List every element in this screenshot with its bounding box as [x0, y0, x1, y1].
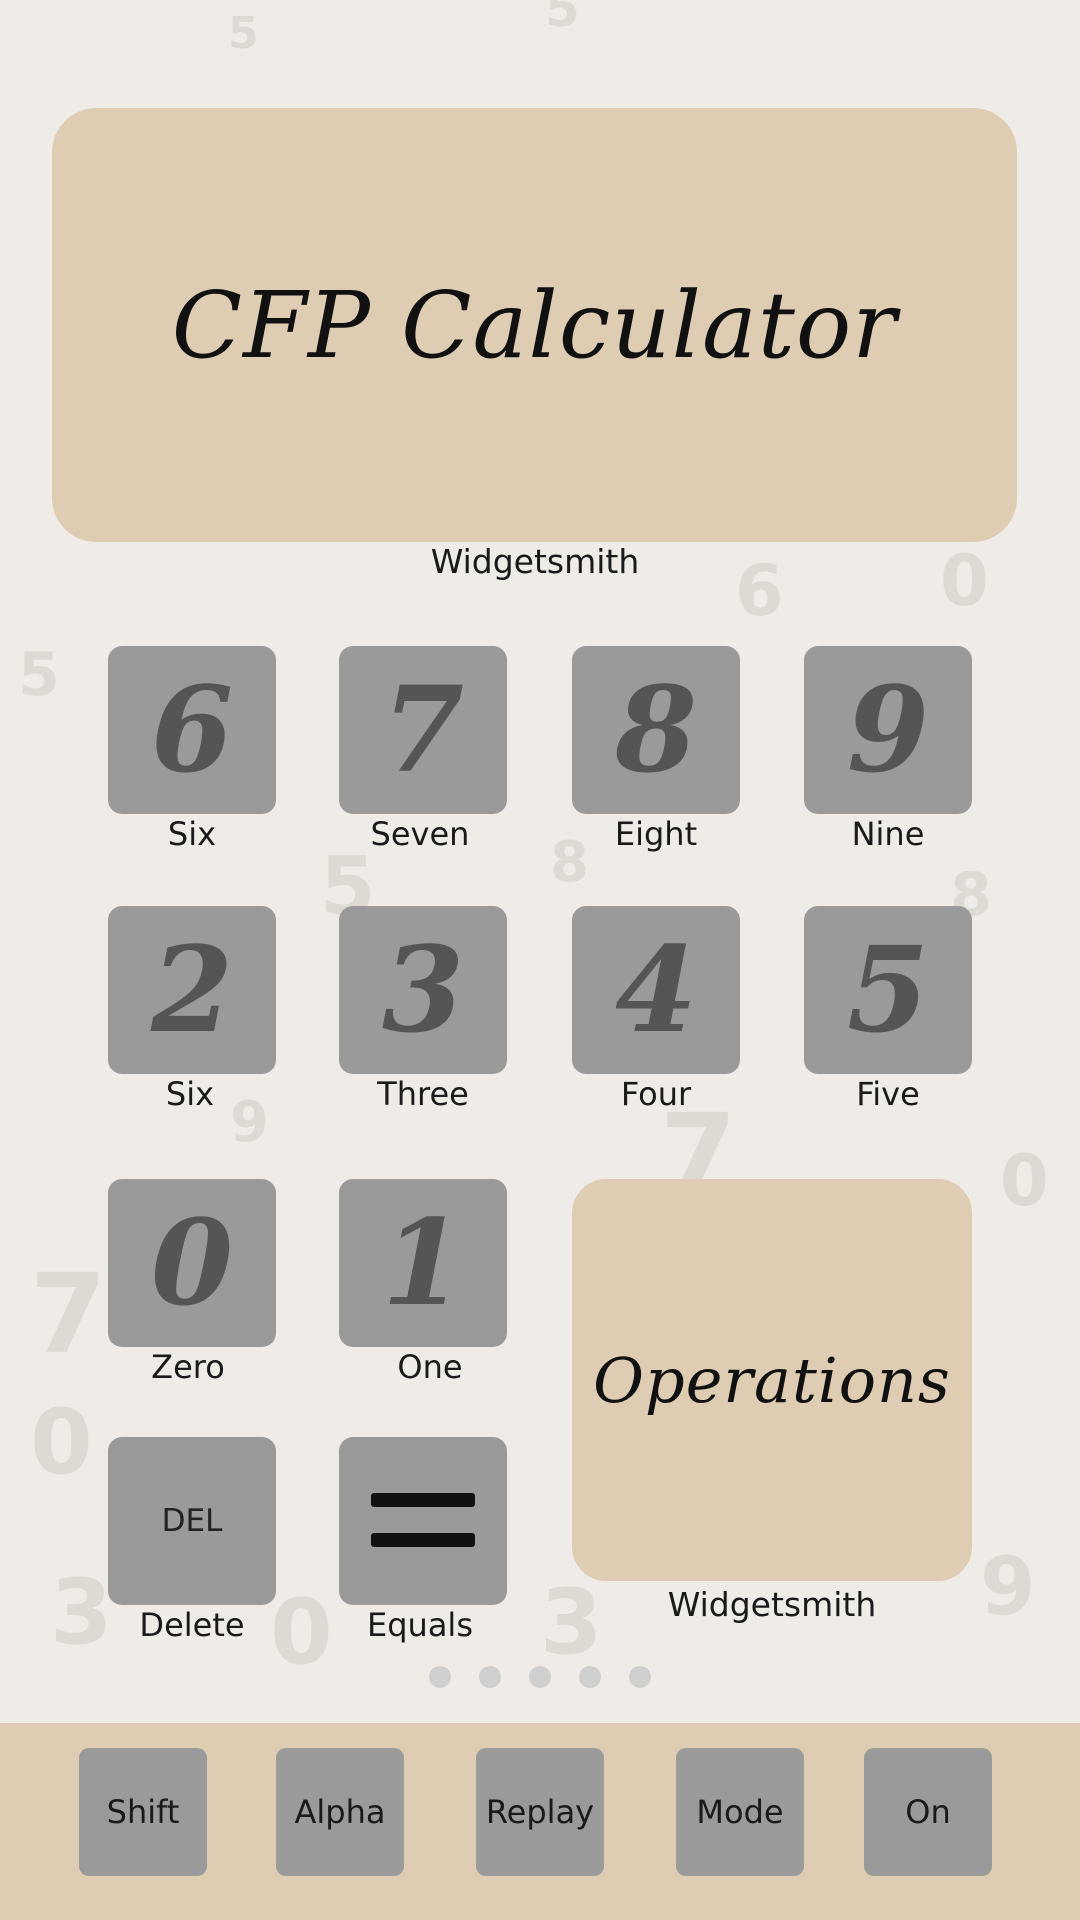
app-label: Delete — [139, 1606, 245, 1644]
wallpaper-digit: 0 — [940, 540, 989, 622]
page-indicator[interactable] — [0, 1666, 1080, 1688]
app-label: One — [397, 1348, 463, 1386]
app-label: Zero — [151, 1348, 225, 1386]
page-dot[interactable] — [529, 1666, 551, 1688]
calculator-title-widget[interactable]: CFP Calculator — [52, 108, 1017, 542]
digit-eight-icon: 8 — [614, 660, 698, 799]
widget-caption: Widgetsmith — [430, 542, 640, 581]
digit-four-icon: 4 — [614, 920, 698, 1059]
page-dot[interactable] — [479, 1666, 501, 1688]
del-icon: DEL — [161, 1503, 223, 1539]
dock-mode[interactable]: Mode — [676, 1748, 804, 1876]
app-label: Four — [620, 1075, 692, 1113]
digit-nine-icon: 9 — [846, 660, 930, 799]
page-dot[interactable] — [579, 1666, 601, 1688]
app-two[interactable]: 2 — [108, 906, 276, 1074]
digit-three-icon: 3 — [381, 920, 465, 1059]
app-one[interactable]: 1 — [339, 1179, 507, 1347]
app-label: Five — [856, 1075, 920, 1113]
dock-on[interactable]: On — [864, 1748, 992, 1876]
equals-icon — [339, 1437, 507, 1605]
dock-shift[interactable]: Shift — [79, 1748, 207, 1876]
app-equals[interactable] — [339, 1437, 507, 1605]
app-nine[interactable]: 9 — [804, 646, 972, 814]
wallpaper-digit: 5 — [18, 640, 60, 710]
digit-seven-icon: 7 — [381, 660, 465, 799]
app-delete[interactable]: DEL — [108, 1437, 276, 1605]
wallpaper-digit: 0 — [1000, 1140, 1049, 1222]
dock-replay[interactable]: Replay — [476, 1748, 604, 1876]
app-zero[interactable]: 0 — [108, 1179, 276, 1347]
page-dot[interactable] — [629, 1666, 651, 1688]
digit-zero-icon: 0 — [150, 1193, 234, 1332]
app-five[interactable]: 5 — [804, 906, 972, 1074]
app-three[interactable]: 3 — [339, 906, 507, 1074]
app-label: Seven — [370, 815, 470, 853]
app-label: Equals — [367, 1606, 473, 1644]
app-label: Six — [165, 1075, 215, 1113]
digit-six-icon: 6 — [150, 660, 234, 799]
app-label: Eight — [614, 815, 698, 853]
widget-caption: Widgetsmith — [667, 1585, 877, 1624]
app-seven[interactable]: 7 — [339, 646, 507, 814]
widget-title: CFP Calculator — [171, 271, 898, 379]
app-label: Nine — [851, 815, 925, 853]
dock: Shift Alpha Replay Mode On — [0, 1723, 1080, 1920]
app-four[interactable]: 4 — [572, 906, 740, 1074]
app-label: Three — [377, 1075, 469, 1113]
wallpaper-digit: 0 — [30, 1390, 93, 1495]
dock-alpha[interactable]: Alpha — [276, 1748, 404, 1876]
wallpaper-digit: 9 — [980, 1540, 1036, 1633]
operations-widget[interactable]: Operations — [572, 1179, 972, 1581]
app-six[interactable]: 6 — [108, 646, 276, 814]
wallpaper-digit: 5 — [545, 0, 580, 38]
page-dot[interactable] — [429, 1666, 451, 1688]
widget-title: Operations — [593, 1343, 951, 1417]
app-label: Six — [167, 815, 217, 853]
wallpaper-digit: 6 — [735, 550, 784, 632]
digit-two-icon: 2 — [150, 920, 234, 1059]
wallpaper-digit: 5 — [228, 8, 259, 59]
digit-one-icon: 1 — [381, 1193, 465, 1332]
digit-five-icon: 5 — [846, 920, 930, 1059]
app-eight[interactable]: 8 — [572, 646, 740, 814]
wallpaper-digit: 3 — [540, 1570, 603, 1675]
